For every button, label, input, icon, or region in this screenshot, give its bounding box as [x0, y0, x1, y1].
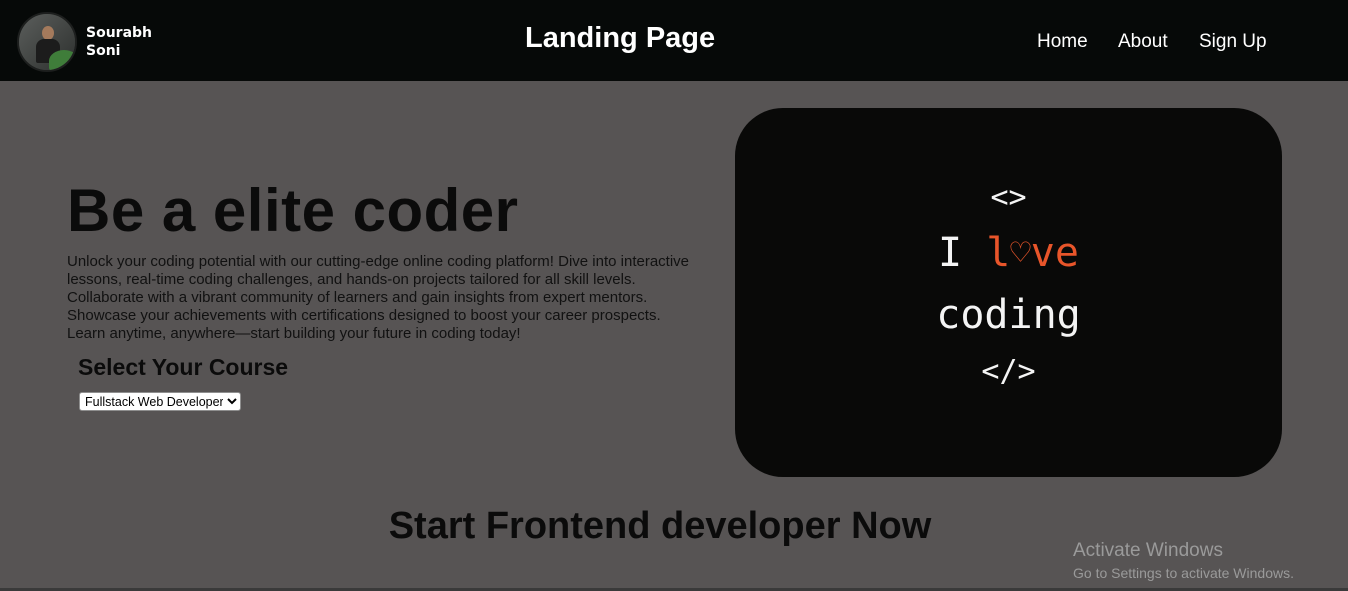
course-heading: Select Your Course: [78, 354, 289, 380]
watermark-title: Activate Windows: [1073, 540, 1223, 561]
avatar-head: [42, 26, 54, 40]
avatar-plant: [49, 50, 75, 70]
nav-home-link[interactable]: Home: [1037, 31, 1088, 53]
hero-title: Be a elite coder: [67, 177, 519, 244]
page-title: Landing Page: [525, 22, 716, 54]
navbar: Sourabh Soni Landing Page Home About Sig…: [0, 0, 1348, 81]
avatar[interactable]: [17, 12, 77, 72]
course-select[interactable]: Fullstack Web Developer: [79, 392, 241, 411]
code-love-l: l: [986, 230, 1011, 276]
heart-icon: ♡: [1010, 233, 1031, 273]
code-i-love-line: I l♡ve: [735, 230, 1282, 276]
code-close-tag: </>: [981, 354, 1036, 389]
code-i-text: I: [938, 230, 987, 276]
code-open-tag: <>: [990, 180, 1027, 215]
code-illustration-card: <> I l♡ve coding </>: [735, 108, 1282, 477]
user-name: Sourabh Soni: [86, 25, 153, 59]
nav-signup-link[interactable]: Sign Up: [1199, 31, 1267, 53]
hero-description: Unlock your coding potential with our cu…: [67, 253, 690, 342]
nav-about-link[interactable]: About: [1118, 31, 1168, 53]
watermark-subtitle: Go to Settings to activate Windows.: [1073, 565, 1294, 581]
code-love-rest: ve: [1030, 230, 1079, 276]
code-coding-line: coding: [936, 292, 1081, 338]
